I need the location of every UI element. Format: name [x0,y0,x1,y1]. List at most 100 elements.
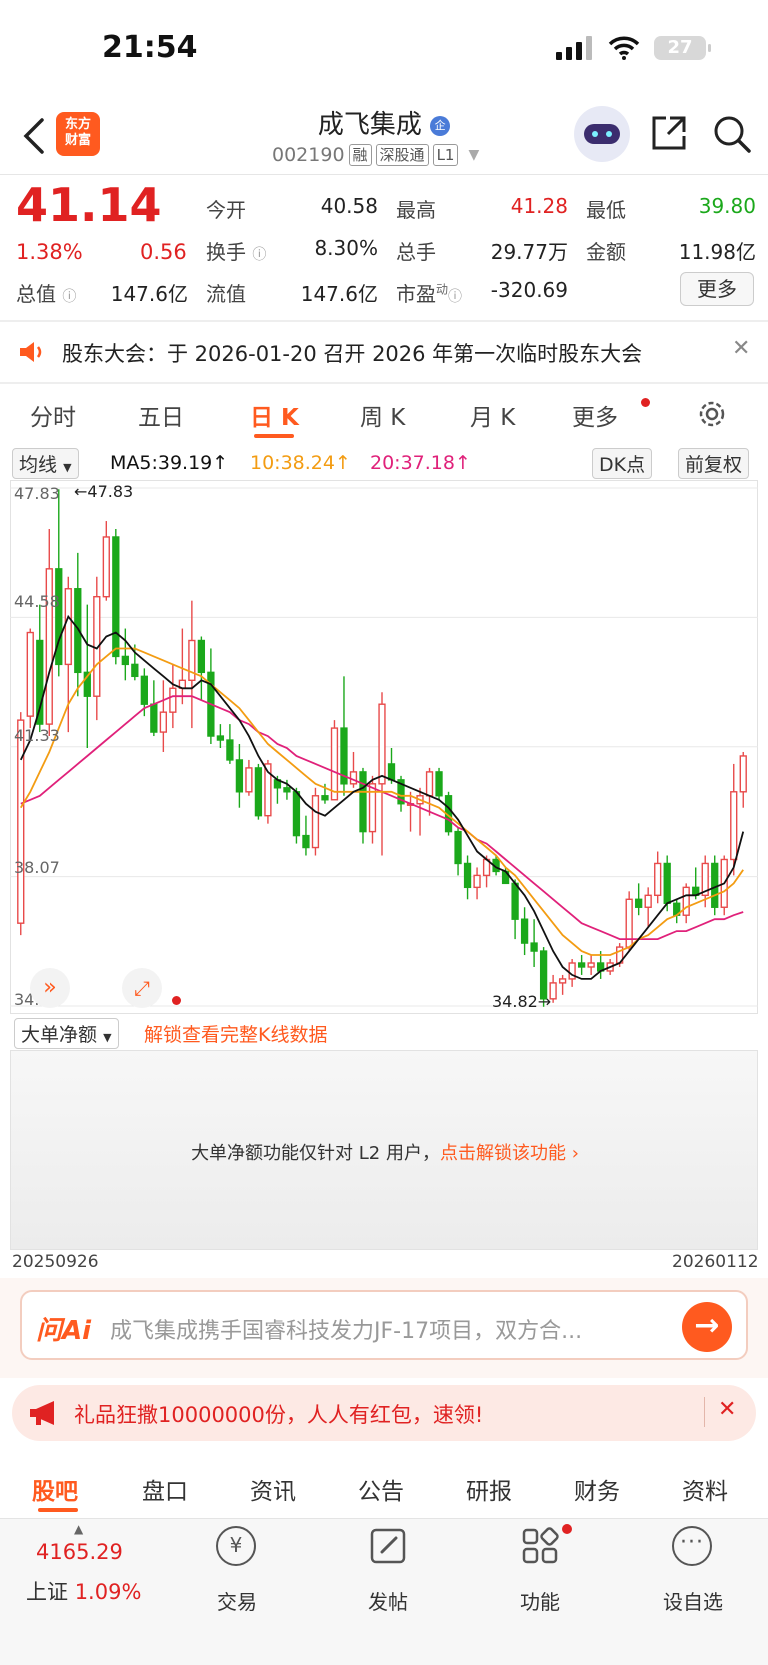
close-icon[interactable]: ✕ [718,1397,736,1422]
float-label: 流值 [206,282,246,306]
turnover-value: 8.30% [314,236,378,260]
unlock-kline-link[interactable]: 解锁查看完整K线数据 [144,1020,327,1047]
adjust-button[interactable]: 前复权 [678,448,750,479]
candle-body [102,536,110,598]
change-amt: 0.56 [140,240,187,264]
tab-daily-k[interactable]: 日 K [250,398,299,432]
search-icon[interactable] [712,114,752,154]
index-row[interactable]: 上证 1.09% [26,1576,141,1606]
status-time: 21:54 [102,30,198,65]
turnover-label-row: 换手 ⓘ [206,236,266,265]
divider [0,174,768,175]
info-icon[interactable]: ⓘ [252,247,266,263]
share-icon[interactable] [650,114,688,152]
kline-chart[interactable] [10,480,758,1014]
promo-banner[interactable]: 礼品狂撒10000000份，人人有红包，速领! ✕ [12,1385,756,1441]
tab-finance[interactable]: 财务 [574,1472,620,1506]
close-icon[interactable]: ✕ [732,336,750,361]
tab-underline [254,434,294,438]
promo-text: 礼品狂撒10000000份，人人有红包，速领! [74,1403,484,1427]
candle-body [349,771,358,785]
tab-guba[interactable]: 股吧 [32,1472,78,1506]
tab-profile[interactable]: 资料 [682,1472,728,1506]
candle-body [378,703,386,785]
expand-left-icon[interactable]: » [30,968,70,1008]
candle-body [330,727,339,801]
arrow-right-icon[interactable]: → [682,1302,732,1352]
candle-body [150,703,158,733]
y-tick-1: 44.58 [14,592,60,611]
index-value[interactable]: 4165.29 [36,1540,123,1564]
turnover-label: 换手 [206,240,246,264]
info-icon[interactable]: ⓘ [62,289,76,305]
open-label: 今开 [206,198,246,222]
candle-body [473,874,481,889]
info-icon[interactable]: ⓘ [448,289,462,305]
mcap-value: 147.6亿 [110,282,188,306]
candle-body [463,862,472,889]
tab-more[interactable]: 更多 [572,398,618,432]
ai-question-box[interactable]: 问Ai 成飞集成携手国睿科技发力JF-17项目，双方合... → [20,1290,748,1360]
more-dots-icon[interactable]: ··· [672,1526,712,1566]
post-icon[interactable] [368,1526,408,1566]
candle-body [26,631,34,717]
candle-body [216,735,225,741]
settings-icon[interactable] [696,398,728,430]
l2-text: 大单净额功能仅针对 L2 用户， [191,1143,440,1164]
candle-body [387,763,396,781]
robot-avatar-icon[interactable] [574,106,630,162]
dock-functions[interactable]: 功能 [518,1586,562,1615]
candle-body [587,962,595,968]
low-value: 39.80 [698,194,756,218]
date-start: 20250926 [12,1252,99,1272]
meeting-notice[interactable]: 股东大会：于 2026-01-20 召开 2026 年第一次临时股东大会 [62,338,642,368]
tab-news[interactable]: 资讯 [250,1472,296,1506]
candle-body [112,536,120,658]
battery-icon: 27 [654,36,711,60]
tab-orderbook[interactable]: 盘口 [142,1472,188,1506]
ma20-value: 20:37.18↑ [370,452,471,474]
indicator-select[interactable]: 均线 ▼ [12,448,79,479]
trade-icon[interactable]: ¥ [216,1526,256,1566]
tab-research[interactable]: 研报 [466,1472,512,1506]
low-label: 最低 [586,198,626,222]
apps-icon[interactable] [520,1526,560,1566]
fullscreen-icon[interactable]: ⤢ [122,968,162,1008]
candle-body [169,687,177,713]
candle-body [739,755,747,793]
divider [0,320,768,322]
dock-add-watchlist[interactable]: 设自选 [660,1586,726,1615]
more-quote-button[interactable]: 更多 [680,272,754,306]
index-name: 上证 [26,1580,68,1604]
signal-icon [556,36,592,60]
indicator-label: 均线 [19,454,58,476]
float-value: 147.6亿 [300,282,378,306]
stock-name: 成飞集成 [317,110,422,140]
candle-body [435,771,443,797]
tab-announcements[interactable]: 公告 [358,1472,404,1506]
dock-post[interactable]: 发帖 [366,1586,410,1615]
volume-indicator-select[interactable]: 大单净额 ▼ [14,1018,119,1049]
open-value: 40.58 [320,194,378,218]
tab-weekly-k[interactable]: 周 K [360,398,405,432]
dock-trade[interactable]: 交易 [216,1586,258,1615]
dropdown-icon: ▼ [103,1031,112,1044]
tab-five-day[interactable]: 五日 [138,398,184,432]
l2-unlock-link[interactable]: 点击解锁该功能 › [440,1143,579,1164]
l2-unlock-link-text: 点击解锁该功能 [440,1143,566,1164]
ai-logo: 问Ai [36,1316,92,1346]
wifi-icon [608,36,640,60]
candle-body [730,791,738,861]
tab-minute[interactable]: 分时 [30,398,76,432]
tab-monthly-k[interactable]: 月 K [470,398,515,432]
date-end: 20260112 [672,1252,759,1272]
chevron-down-icon[interactable]: ▼ [468,147,479,163]
enterprise-badge: 企 [430,115,451,136]
bottom-tab-underline [38,1508,78,1512]
volume-value: 29.77万 [490,240,568,264]
stock-code-row[interactable]: 002190 融 深股通 L1 ▼ [272,144,479,166]
candle-body [36,639,44,725]
candle-body [558,978,567,984]
dk-point-button[interactable]: DK点 [592,448,653,479]
status-icons: 27 [556,36,711,60]
